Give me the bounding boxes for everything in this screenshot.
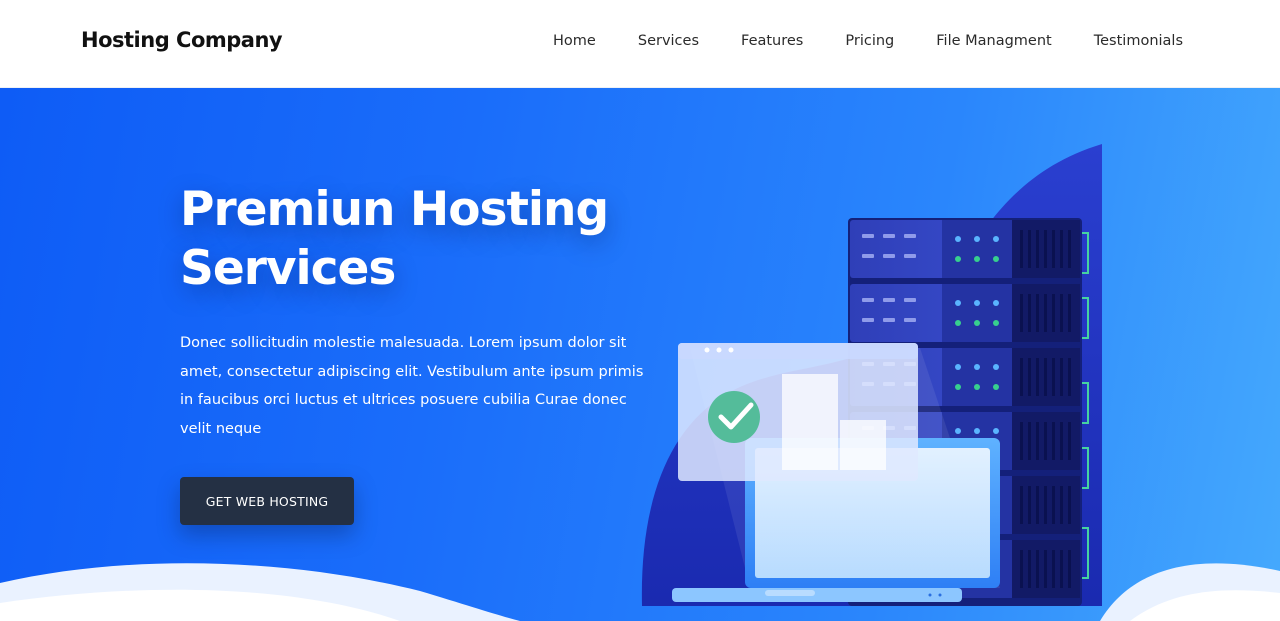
nav-link-pricing[interactable]: Pricing [845,33,894,49]
browser-window-illustration [678,343,918,481]
bottom-wave [0,563,1280,621]
hero-title: Premiun Hosting Services [180,180,650,298]
nav-link-features[interactable]: Features [741,33,803,49]
hero-description: Donec sollicitudin molestie malesuada. L… [180,335,644,437]
hero-title-line-1: Premiun Hosting [180,182,609,237]
nav-link-file-management[interactable]: File Managment [936,33,1051,49]
get-web-hosting-button[interactable]: GET WEB HOSTING [180,477,354,525]
nav-link-home[interactable]: Home [553,33,596,49]
nav-link-testimonials[interactable]: Testimonials [1094,33,1183,49]
hero-section: Premiun Hosting Services Donec sollicitu… [0,88,1280,621]
main-nav: Home Services Features Pricing File Mana… [553,33,1183,49]
hero-title-line-2: Services [180,241,396,296]
brand-logo-text[interactable]: Hosting Company [81,28,283,52]
nav-link-services[interactable]: Services [638,33,699,49]
checkmark-icon [708,391,760,443]
top-navbar: Hosting Company Home Services Features P… [0,0,1280,88]
